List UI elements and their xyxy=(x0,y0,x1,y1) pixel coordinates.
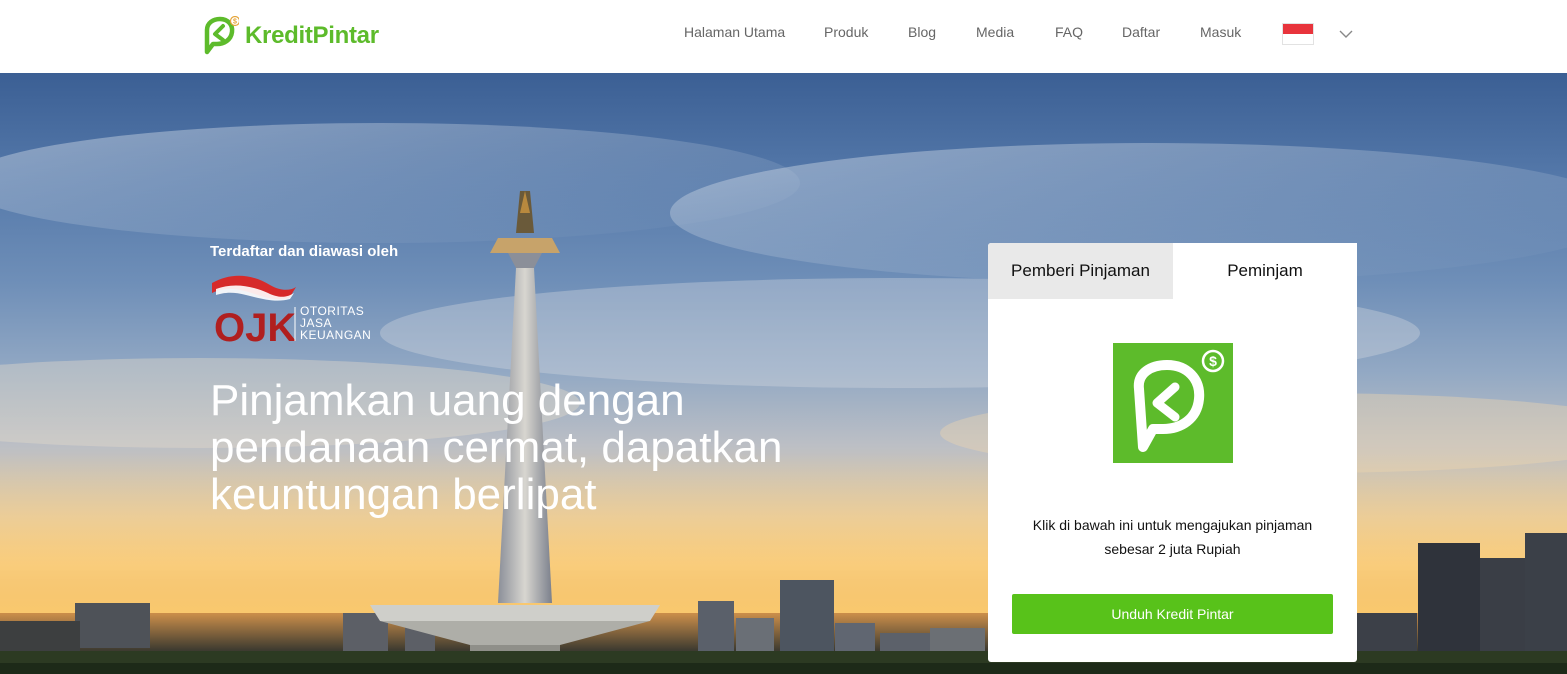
ojk-line-3: KEUANGAN xyxy=(300,328,371,342)
brand-name: KreditPintar xyxy=(245,22,379,49)
chevron-down-icon[interactable] xyxy=(1338,26,1354,42)
indonesia-flag-icon[interactable] xyxy=(1282,23,1314,45)
site-header: $ KreditPintar Halaman Utama Produk Blog… xyxy=(0,0,1567,73)
nav-item-faq[interactable]: FAQ xyxy=(1055,24,1083,40)
nav-item-register[interactable]: Daftar xyxy=(1122,24,1160,40)
tab-lender[interactable]: Pemberi Pinjaman xyxy=(988,243,1173,299)
nav-item-products[interactable]: Produk xyxy=(824,24,868,40)
card-description-line-1: Klik di bawah ini untuk mengajukan pinja… xyxy=(1032,517,1313,533)
card-description: Klik di bawah ini untuk mengajukan pinja… xyxy=(988,513,1357,561)
supervised-label: Terdaftar dan diawasi oleh xyxy=(210,243,399,260)
hero-headline: Pinjamkan uang dengan pendanaan cermat, … xyxy=(210,376,783,519)
loan-card: Pemberi Pinjaman Peminjam $ Klik di bawa… xyxy=(988,243,1357,662)
svg-text:$: $ xyxy=(1209,353,1217,369)
tab-borrower[interactable]: Peminjam xyxy=(1173,243,1357,299)
ojk-mark: OJK xyxy=(214,306,296,345)
nav-item-blog[interactable]: Blog xyxy=(908,24,936,40)
ojk-logo: OJK OTORITAS JASA KEUANGAN xyxy=(212,275,371,345)
hero-banner: Terdaftar dan diawasi oleh OJK OTORITAS … xyxy=(0,73,1567,674)
svg-text:$: $ xyxy=(233,19,237,26)
kredit-pintar-app-icon: $ xyxy=(1113,343,1233,463)
nav-item-home[interactable]: Halaman Utama xyxy=(684,24,785,40)
kredit-pintar-logo-icon: $ xyxy=(204,16,239,55)
nav-item-media[interactable]: Media xyxy=(976,24,1014,40)
card-tabs: Pemberi Pinjaman Peminjam xyxy=(988,243,1357,299)
brand-logo[interactable]: $ KreditPintar xyxy=(203,14,379,58)
download-app-button[interactable]: Unduh Kredit Pintar xyxy=(1012,594,1333,634)
card-description-line-2: sebesar 2 juta Rupiah xyxy=(1104,541,1241,557)
nav-item-login[interactable]: Masuk xyxy=(1200,24,1241,40)
